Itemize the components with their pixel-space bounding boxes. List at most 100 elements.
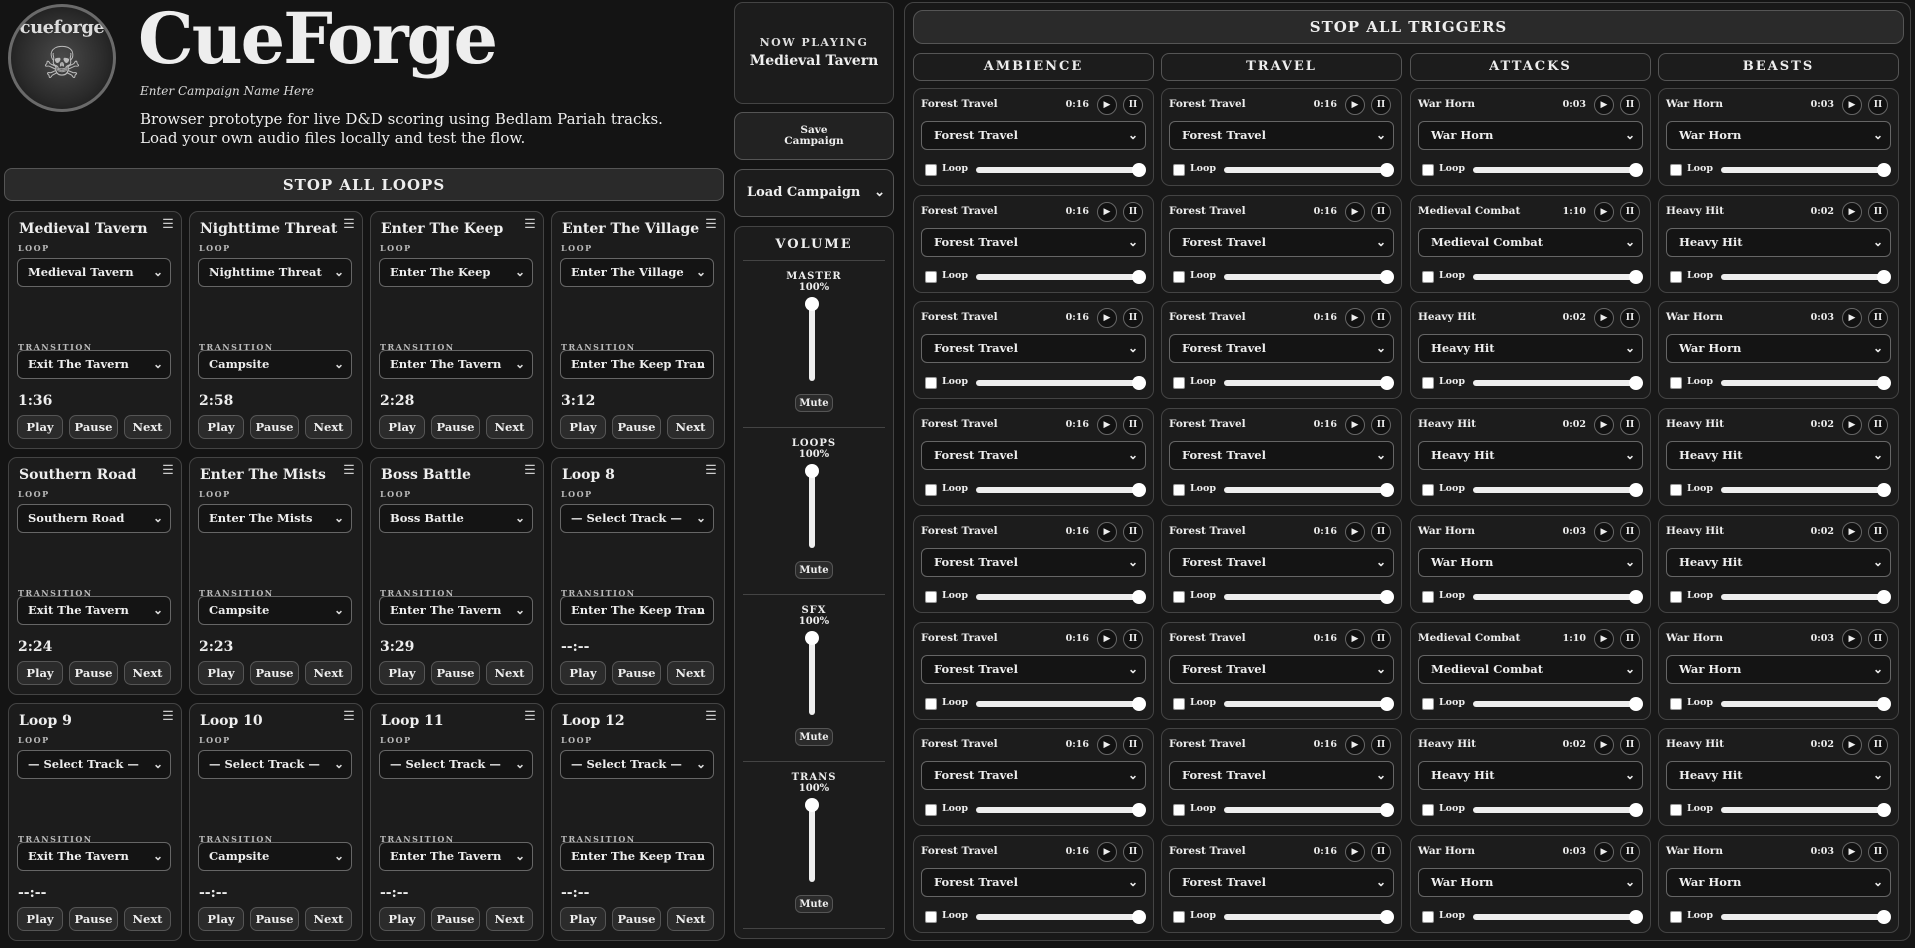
trigger-volume-knob[interactable]	[1877, 269, 1891, 284]
play-icon[interactable]: ▶	[1345, 201, 1365, 222]
trigger-volume-knob[interactable]	[1629, 803, 1643, 818]
pause-icon[interactable]: II	[1620, 95, 1640, 115]
play-icon[interactable]: ▶	[1097, 841, 1117, 862]
loop-track-select[interactable]: Boss Battle ⌄	[379, 504, 533, 533]
trigger-volume-slider[interactable]	[1721, 483, 1891, 498]
pause-icon[interactable]: II	[1123, 521, 1143, 542]
next-button[interactable]: Next	[667, 415, 714, 439]
loop-checkbox[interactable]	[925, 910, 937, 923]
loop-track-select[interactable]: Nighttime Threat ⌄	[198, 258, 352, 287]
trigger-volume-slider[interactable]	[1721, 269, 1891, 284]
trigger-track-select[interactable]: Forest Travel ⌄	[1169, 227, 1394, 257]
pause-icon[interactable]: II	[1123, 628, 1143, 649]
pause-icon[interactable]: II	[1868, 415, 1888, 436]
pause-icon[interactable]: II	[1620, 201, 1640, 222]
pause-icon[interactable]: II	[1620, 735, 1640, 756]
loop-checkbox[interactable]	[925, 270, 937, 283]
trigger-volume-slider[interactable]	[976, 589, 1146, 604]
play-icon[interactable]: ▶	[1594, 308, 1614, 329]
pause-icon[interactable]: II	[1620, 521, 1640, 542]
pause-icon[interactable]: II	[1371, 415, 1391, 436]
trigger-volume-knob[interactable]	[1877, 803, 1891, 818]
trigger-volume-knob[interactable]	[1877, 376, 1891, 391]
trigger-volume-slider[interactable]	[1473, 269, 1643, 284]
loop-checkbox[interactable]	[1670, 697, 1682, 710]
campaign-name[interactable]: Enter Campaign Name Here	[140, 84, 314, 98]
loop-checkbox[interactable]	[925, 377, 937, 390]
pause-icon[interactable]: II	[1123, 735, 1143, 756]
loop-checkbox[interactable]	[1173, 164, 1185, 176]
trigger-volume-slider[interactable]	[1721, 696, 1891, 711]
pause-icon[interactable]: II	[1123, 841, 1143, 862]
trigger-volume-knob[interactable]	[1380, 803, 1394, 818]
hamburger-icon[interactable]: ☰	[342, 710, 356, 724]
trigger-volume-slider[interactable]	[1224, 696, 1394, 711]
trigger-volume-knob[interactable]	[1380, 163, 1394, 177]
trigger-volume-knob[interactable]	[1629, 909, 1643, 924]
trigger-volume-knob[interactable]	[1629, 269, 1643, 284]
trigger-volume-slider[interactable]	[1473, 803, 1643, 818]
trigger-volume-slider[interactable]	[1224, 803, 1394, 818]
loop-checkbox[interactable]	[1173, 697, 1185, 710]
next-button[interactable]: Next	[486, 907, 533, 931]
loop-checkbox[interactable]	[1422, 164, 1434, 176]
next-button[interactable]: Next	[305, 661, 352, 685]
trigger-track-select[interactable]: War Horn ⌄	[1418, 867, 1643, 897]
pause-icon[interactable]: II	[1123, 415, 1143, 436]
transition-track-select[interactable]: Exit The Tavern ⌄	[17, 842, 171, 871]
play-icon[interactable]: ▶	[1842, 201, 1862, 222]
trigger-volume-slider[interactable]	[1224, 909, 1394, 924]
volume-slider[interactable]	[805, 464, 819, 548]
pause-button[interactable]: Pause	[250, 661, 299, 685]
loop-checkbox[interactable]	[1422, 910, 1434, 923]
trigger-volume-knob[interactable]	[1877, 696, 1891, 711]
pause-button[interactable]: Pause	[612, 661, 661, 685]
transition-track-select[interactable]: Enter The Keep Tran ⌄	[560, 350, 714, 379]
trigger-track-select[interactable]: Forest Travel ⌄	[1169, 867, 1394, 897]
pause-icon[interactable]: II	[1620, 308, 1640, 329]
play-icon[interactable]: ▶	[1345, 308, 1365, 329]
loop-checkbox[interactable]	[925, 804, 937, 817]
pause-button[interactable]: Pause	[431, 661, 480, 685]
play-button[interactable]: Play	[17, 661, 63, 685]
transition-track-select[interactable]: Enter The Tavern ⌄	[379, 350, 533, 379]
play-button[interactable]: Play	[198, 415, 244, 439]
loop-track-select[interactable]: Enter The Mists ⌄	[198, 504, 352, 533]
trigger-track-select[interactable]: War Horn ⌄	[1666, 121, 1891, 150]
play-button[interactable]: Play	[17, 415, 63, 439]
pause-icon[interactable]: II	[1371, 841, 1391, 862]
trigger-track-select[interactable]: Forest Travel ⌄	[921, 121, 1146, 150]
trigger-volume-knob[interactable]	[1380, 589, 1394, 604]
loop-track-select[interactable]: Southern Road ⌄	[17, 504, 171, 533]
loop-checkbox[interactable]	[925, 590, 937, 603]
loop-track-select[interactable]: — Select Track — ⌄	[379, 750, 533, 779]
play-icon[interactable]: ▶	[1345, 841, 1365, 862]
play-icon[interactable]: ▶	[1842, 95, 1862, 115]
trigger-volume-knob[interactable]	[1629, 163, 1643, 177]
trigger-volume-slider[interactable]	[976, 803, 1146, 818]
loop-checkbox[interactable]	[1422, 697, 1434, 710]
pause-icon[interactable]: II	[1371, 521, 1391, 542]
trigger-track-select[interactable]: Forest Travel ⌄	[1169, 547, 1394, 577]
trigger-volume-slider[interactable]	[1721, 376, 1891, 391]
play-icon[interactable]: ▶	[1097, 628, 1117, 649]
hamburger-icon[interactable]: ☰	[342, 464, 356, 478]
trigger-volume-slider[interactable]	[1224, 483, 1394, 498]
loop-track-select[interactable]: — Select Track — ⌄	[17, 750, 171, 779]
transition-track-select[interactable]: Enter The Tavern ⌄	[379, 842, 533, 871]
loop-track-select[interactable]: Enter The Keep ⌄	[379, 258, 533, 287]
pause-button[interactable]: Pause	[431, 907, 480, 931]
next-button[interactable]: Next	[124, 907, 171, 931]
pause-icon[interactable]: II	[1868, 201, 1888, 222]
play-icon[interactable]: ▶	[1594, 521, 1614, 542]
transition-track-select[interactable]: Enter The Keep Tran ⌄	[560, 596, 714, 625]
pause-icon[interactable]: II	[1620, 415, 1640, 436]
trigger-volume-knob[interactable]	[1380, 696, 1394, 711]
pause-button[interactable]: Pause	[612, 415, 661, 439]
trigger-track-select[interactable]: Medieval Combat ⌄	[1418, 654, 1643, 684]
loop-checkbox[interactable]	[1422, 377, 1434, 390]
trigger-volume-knob[interactable]	[1132, 589, 1146, 604]
play-icon[interactable]: ▶	[1594, 735, 1614, 756]
pause-icon[interactable]: II	[1123, 95, 1143, 115]
hamburger-icon[interactable]: ☰	[523, 710, 537, 724]
